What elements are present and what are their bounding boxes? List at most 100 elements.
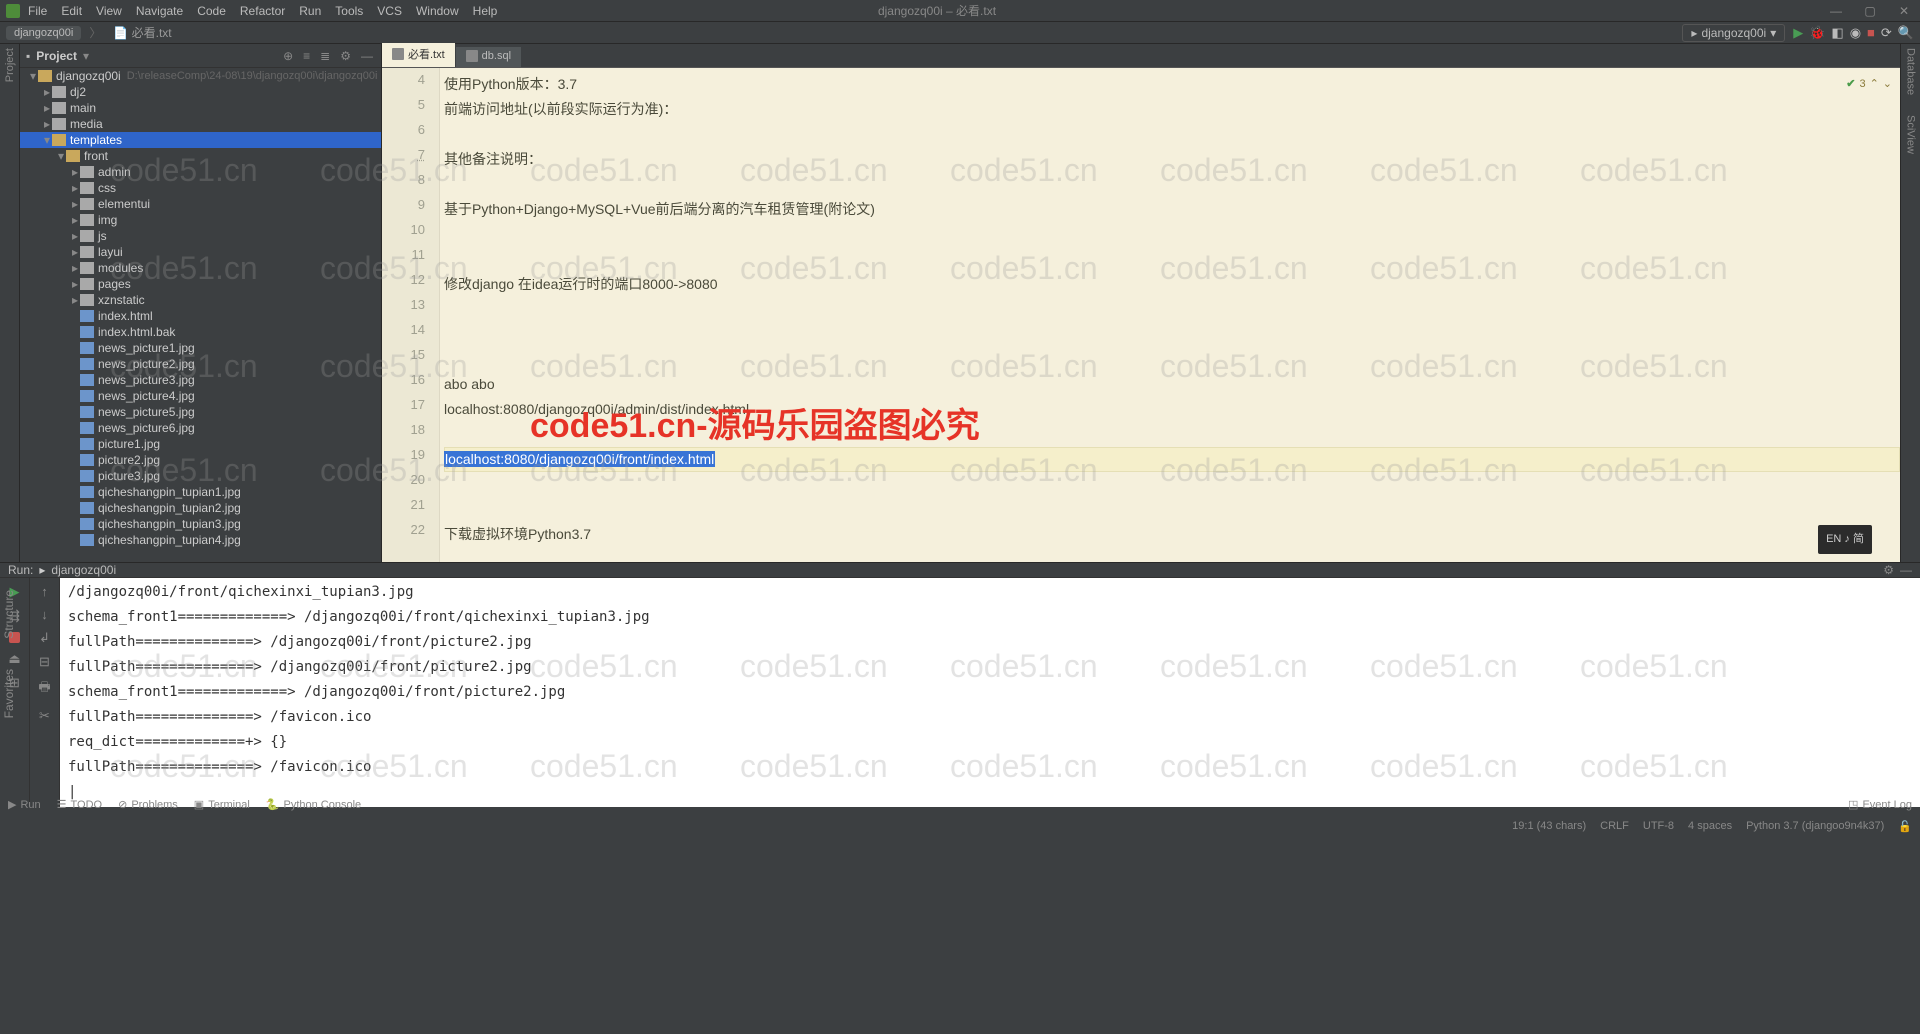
breadcrumb-file[interactable]: 📄 必看.txt — [109, 23, 175, 42]
git-update-icon[interactable]: ⟳ — [1881, 25, 1892, 41]
menu-tools[interactable]: Tools — [335, 4, 363, 18]
input-lang-indicator[interactable]: EN ♪ 简 — [1818, 525, 1872, 554]
editor-tab-bikan[interactable]: 必看.txt — [382, 43, 455, 67]
menu-code[interactable]: Code — [197, 4, 226, 18]
tree-item[interactable]: qicheshangpin_tupian2.jpg — [20, 500, 381, 516]
status-bar: 19:1 (43 chars) CRLF UTF-8 4 spaces Pyth… — [0, 815, 1920, 837]
tree-item[interactable]: news_picture5.jpg — [20, 404, 381, 420]
status-indent[interactable]: 4 spaces — [1688, 820, 1732, 832]
tree-item[interactable]: news_picture3.jpg — [20, 372, 381, 388]
tool-todo[interactable]: ☰ TODO — [57, 798, 102, 811]
expand-all-icon[interactable]: ≡ — [301, 49, 312, 63]
up-trace-icon[interactable]: ↑ — [41, 584, 48, 599]
tree-item[interactable]: ▸js — [20, 228, 381, 244]
tool-favorites[interactable]: Favorites — [2, 669, 16, 718]
scroll-end-icon[interactable]: ⊟ — [39, 654, 50, 670]
run-config-dropdown[interactable]: ▸ djangozq00i ▾ — [1682, 24, 1785, 42]
run-panel-config[interactable]: djangozq00i — [51, 563, 116, 577]
stop-icon[interactable]: ■ — [1867, 25, 1875, 41]
search-icon[interactable]: 🔍 — [1898, 25, 1914, 41]
run-hide-icon[interactable]: — — [1900, 563, 1912, 577]
print-icon[interactable]: 🖶 — [38, 678, 50, 700]
editor-inspection-marks[interactable]: ✔3 ⌃ ⌄ — [1846, 72, 1892, 97]
tree-item[interactable]: ▸dj2 — [20, 84, 381, 100]
editor-gutter[interactable]: 45678910111213141516171819202122 — [382, 68, 440, 562]
menu-refactor[interactable]: Refactor — [240, 4, 285, 18]
tree-item[interactable]: news_picture6.jpg — [20, 420, 381, 436]
editor-area: 必看.txt db.sql 45678910111213141516171819… — [382, 44, 1900, 562]
tree-item[interactable]: index.html.bak — [20, 324, 381, 340]
tree-item[interactable]: index.html — [20, 308, 381, 324]
run-console[interactable]: /djangozq00i/front/qichexinxi_tupian3.jp… — [60, 578, 1920, 807]
tool-terminal[interactable]: ▣ Terminal — [194, 798, 250, 811]
tree-item[interactable]: qicheshangpin_tupian3.jpg — [20, 516, 381, 532]
tree-item[interactable]: ▾templates — [20, 132, 381, 148]
tree-item[interactable]: picture1.jpg — [20, 436, 381, 452]
tree-item[interactable]: ▸pages — [20, 276, 381, 292]
settings-icon[interactable]: ⚙ — [338, 49, 353, 63]
tree-item[interactable]: ▸xznstatic — [20, 292, 381, 308]
collapse-all-icon[interactable]: ≣ — [318, 49, 332, 63]
tree-item[interactable]: news_picture4.jpg — [20, 388, 381, 404]
text-file-icon — [392, 48, 404, 60]
tree-item[interactable]: ▾front — [20, 148, 381, 164]
breadcrumb-project[interactable]: djangozq00i — [6, 26, 81, 40]
clear-icon[interactable]: ✂ — [39, 708, 50, 724]
tree-item[interactable]: qicheshangpin_tupian4.jpg — [20, 532, 381, 548]
tool-sciview[interactable]: SciView — [1905, 115, 1917, 154]
menu-help[interactable]: Help — [473, 4, 498, 18]
debug-icon[interactable]: 🐞 — [1809, 25, 1825, 41]
soft-wrap-icon[interactable]: ↲ — [39, 630, 50, 646]
menu-run[interactable]: Run — [299, 4, 321, 18]
menu-window[interactable]: Window — [416, 4, 459, 18]
tree-item[interactable]: picture3.jpg — [20, 468, 381, 484]
status-position[interactable]: 19:1 (43 chars) — [1512, 820, 1586, 832]
status-lock-icon[interactable]: 🔓 — [1898, 820, 1912, 833]
menu-view[interactable]: View — [96, 4, 122, 18]
right-toolwindow-bar: Database SciView — [1900, 44, 1920, 562]
editor-tab-dbsql[interactable]: db.sql — [456, 47, 521, 67]
maximize-icon[interactable]: ▢ — [1860, 4, 1880, 18]
tree-item[interactable]: ▸admin — [20, 164, 381, 180]
profile-icon[interactable]: ◉ — [1850, 25, 1861, 41]
menu-edit[interactable]: Edit — [61, 4, 82, 18]
titlebar: File Edit View Navigate Code Refactor Ru… — [0, 0, 1920, 22]
down-trace-icon[interactable]: ↓ — [41, 607, 48, 622]
tree-item[interactable]: ▸css — [20, 180, 381, 196]
tree-item[interactable]: ▸elementui — [20, 196, 381, 212]
tool-run[interactable]: ▶ Run — [8, 798, 41, 811]
menu-vcs[interactable]: VCS — [377, 4, 402, 18]
tree-item[interactable]: ▾djangozq00iD:\releaseComp\24-08\19\djan… — [20, 68, 381, 84]
menu-file[interactable]: File — [28, 4, 47, 18]
tree-item[interactable]: ▸img — [20, 212, 381, 228]
tree-item[interactable]: ▸modules — [20, 260, 381, 276]
tree-item[interactable]: ▸media — [20, 116, 381, 132]
project-dropdown-icon[interactable]: ▪ — [26, 49, 30, 63]
tree-item[interactable]: qicheshangpin_tupian1.jpg — [20, 484, 381, 500]
tree-item[interactable]: picture2.jpg — [20, 452, 381, 468]
minimize-icon[interactable]: — — [1826, 4, 1846, 18]
run-icon[interactable]: ▶ — [1793, 25, 1803, 41]
tree-item[interactable]: news_picture1.jpg — [20, 340, 381, 356]
tool-project[interactable]: Project — [4, 48, 16, 82]
status-python[interactable]: Python 3.7 (djangoo9n4k37) — [1746, 820, 1884, 832]
menubar: File Edit View Navigate Code Refactor Ru… — [28, 4, 858, 18]
tree-item[interactable]: news_picture2.jpg — [20, 356, 381, 372]
status-encoding[interactable]: UTF-8 — [1643, 820, 1674, 832]
tool-database[interactable]: Database — [1905, 48, 1917, 95]
project-tree[interactable]: ▾djangozq00iD:\releaseComp\24-08\19\djan… — [20, 68, 381, 562]
run-settings-icon[interactable]: ⚙ — [1883, 563, 1894, 577]
tool-problems[interactable]: ⊘ Problems — [118, 798, 178, 811]
editor-code[interactable]: 使用Python版本：3.7前端访问地址(以前段实际运行为准)：其他备注说明：基… — [440, 68, 1900, 562]
status-line-ending[interactable]: CRLF — [1600, 820, 1629, 832]
tree-item[interactable]: ▸main — [20, 100, 381, 116]
close-icon[interactable]: ✕ — [1894, 4, 1914, 18]
tool-python-console[interactable]: 🐍 Python Console — [266, 798, 361, 811]
tool-structure[interactable]: Structure — [2, 590, 16, 639]
coverage-icon[interactable]: ◧ — [1831, 25, 1843, 41]
menu-navigate[interactable]: Navigate — [136, 4, 183, 18]
tree-item[interactable]: ▸layui — [20, 244, 381, 260]
event-log[interactable]: ◳ Event Log — [1848, 798, 1912, 811]
hide-icon[interactable]: — — [359, 49, 375, 63]
select-open-file-icon[interactable]: ⊕ — [281, 49, 295, 63]
